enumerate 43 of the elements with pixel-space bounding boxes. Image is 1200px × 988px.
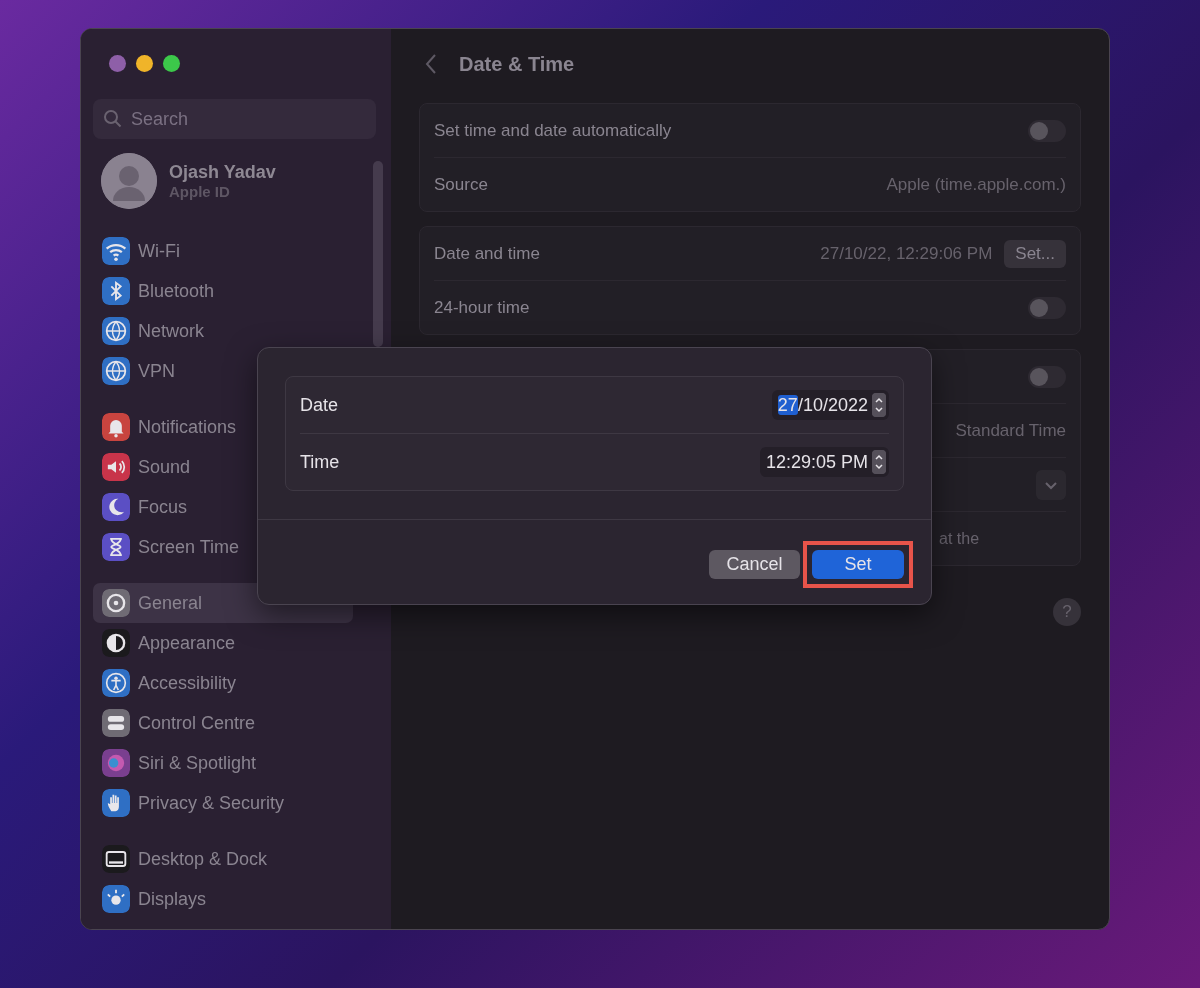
toggle-switch[interactable]: [1028, 119, 1066, 142]
cancel-button[interactable]: Cancel: [709, 550, 800, 579]
stepper-field[interactable]: 27/10/2022: [771, 390, 889, 420]
avatar-icon[interactable]: [101, 153, 157, 209]
sidebar-item[interactable]: Network: [93, 311, 353, 351]
sidebar-item[interactable]: Accessibility: [93, 663, 353, 703]
field-label: Time: [300, 451, 340, 473]
sidebar-item[interactable]: Bluetooth: [93, 271, 353, 311]
toggle-switch[interactable]: [1028, 365, 1066, 388]
setting-label: Date and time: [434, 243, 540, 264]
setting-label: Set time and date automatically: [434, 120, 672, 141]
sidebar-item[interactable]: VPN: [93, 351, 353, 391]
profile-name[interactable]: Ojash Yadav: [169, 162, 276, 183]
setting-label: 24-hour time: [434, 297, 530, 318]
confirm-button[interactable]: Set: [812, 550, 904, 579]
page-title: Date & Time: [459, 52, 575, 76]
stepper-arrows-icon[interactable]: [872, 450, 886, 474]
sidebar-item[interactable]: Control Centre: [93, 703, 353, 743]
field-label: Date: [300, 394, 339, 416]
scrollbar[interactable]: [373, 161, 383, 347]
sidebar-item[interactable]: Displays: [93, 879, 353, 919]
set-button[interactable]: Set...: [1004, 239, 1066, 268]
sidebar-item[interactable]: Desktop & Dock: [93, 839, 353, 879]
stepper-field[interactable]: 12:29:05 PM: [759, 447, 889, 477]
setting-value: Apple (time.apple.com.): [886, 174, 1066, 195]
back-icon[interactable]: [423, 53, 439, 75]
search-icon: [103, 109, 123, 129]
stepper-arrows-icon[interactable]: [872, 393, 886, 417]
zoom-button[interactable]: [163, 55, 180, 72]
sidebar-item[interactable]: Appearance: [93, 623, 353, 663]
sidebar-item[interactable]: Wi-Fi: [93, 231, 353, 271]
toggle-switch[interactable]: [1028, 296, 1066, 319]
sidebar-item[interactable]: Focus: [93, 487, 353, 527]
sidebar-item[interactable]: Privacy & Security: [93, 783, 353, 823]
minimize-button[interactable]: [136, 55, 153, 72]
search-field[interactable]: Search: [93, 99, 376, 139]
setting-label: Source: [434, 174, 488, 195]
close-button[interactable]: [109, 55, 126, 72]
setting-value: Standard Time: [955, 420, 1066, 441]
description-text: at the: [939, 529, 980, 548]
setting-value: 27/10/22, 12:29:06 PM: [820, 243, 993, 264]
sidebar-item[interactable]: Siri & Spotlight: [93, 743, 353, 783]
sidebar-item[interactable]: Screen Time: [93, 527, 353, 567]
